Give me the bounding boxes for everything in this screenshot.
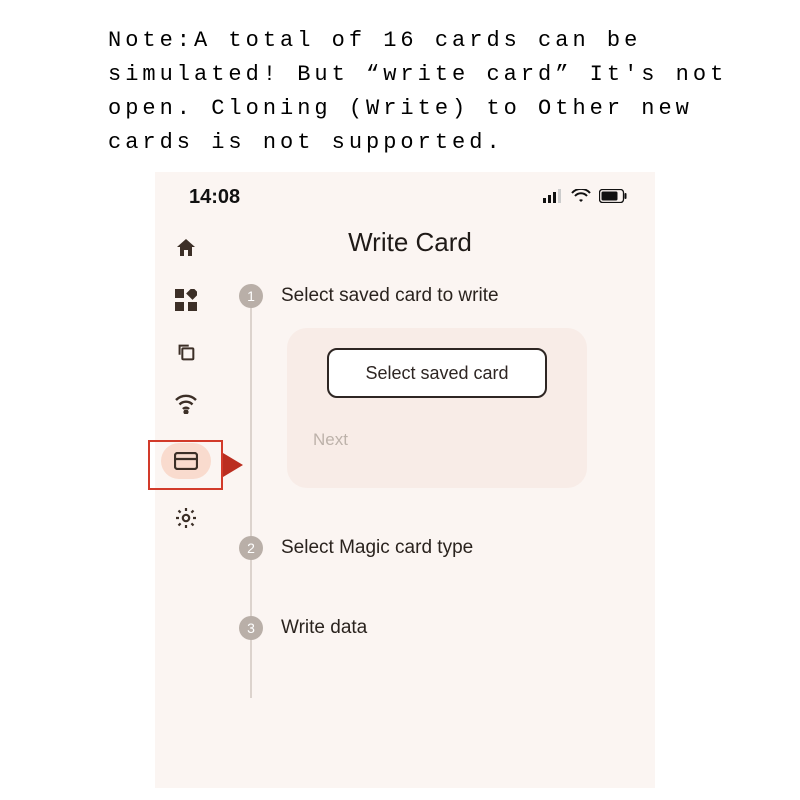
cellular-icon — [543, 186, 563, 209]
wifi-icon — [571, 186, 591, 209]
step-1-badge: 1 — [239, 284, 263, 308]
annotation-arrow-icon — [223, 453, 243, 477]
step-3-badge: 3 — [239, 616, 263, 640]
note-text: Note:A total of 16 cards can be simulate… — [108, 24, 740, 160]
copy-icon[interactable] — [173, 339, 199, 365]
step-3: 3 Write data — [239, 616, 637, 640]
step-2-label: Select Magic card type — [281, 537, 473, 559]
select-saved-card-panel: Select saved card Next — [287, 328, 587, 488]
next-button[interactable]: Next — [313, 430, 348, 450]
select-saved-card-button[interactable]: Select saved card — [327, 348, 547, 398]
battery-icon — [599, 186, 627, 209]
step-1: 1 Select saved card to write — [239, 284, 637, 308]
step-3-label: Write data — [281, 617, 367, 639]
dashboard-icon[interactable] — [173, 287, 199, 313]
annotation-highlight-box — [148, 440, 223, 490]
settings-icon[interactable] — [173, 505, 199, 531]
page-title: Write Card — [183, 227, 637, 258]
sidebar — [155, 215, 217, 787]
phone-screen: 14:08 — [155, 172, 655, 788]
wifi-nav-icon[interactable] — [173, 391, 199, 417]
status-time: 14:08 — [189, 186, 240, 209]
step-2: 2 Select Magic card type — [239, 536, 637, 560]
step-timeline: 1 Select saved card to write Select save… — [223, 284, 637, 640]
status-bar: 14:08 — [155, 172, 655, 215]
step-1-label: Select saved card to write — [281, 285, 499, 307]
step-2-badge: 2 — [239, 536, 263, 560]
